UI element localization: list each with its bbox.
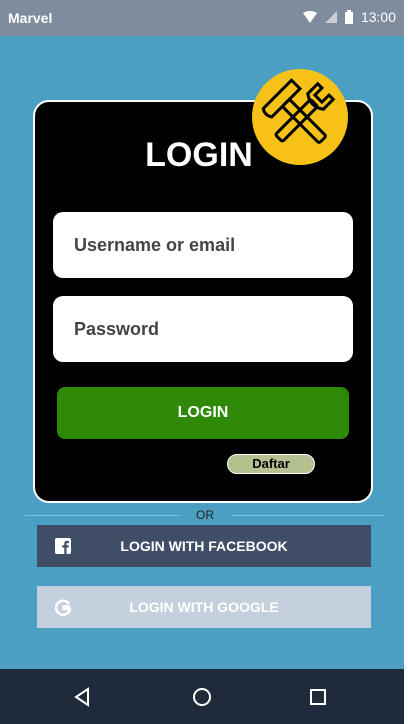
username-placeholder: Username or email bbox=[74, 235, 236, 255]
battery-icon bbox=[344, 10, 353, 24]
clock: 13:00 bbox=[360, 9, 396, 25]
register-button[interactable]: Daftar bbox=[227, 454, 315, 474]
login-button[interactable]: LOGIN bbox=[57, 387, 349, 439]
navigation-bar bbox=[0, 669, 404, 724]
recents-icon[interactable] bbox=[304, 683, 332, 711]
google-login-label: LOGIN WITH GOOGLE bbox=[129, 599, 279, 615]
status-icons: 13:00 bbox=[302, 9, 396, 25]
home-icon[interactable] bbox=[188, 683, 216, 711]
hammer-wrench-icon bbox=[252, 69, 348, 165]
signal-icon bbox=[324, 11, 337, 23]
facebook-login-label: LOGIN WITH FACEBOOK bbox=[120, 538, 288, 554]
username-field[interactable]: Username or email bbox=[53, 212, 353, 278]
or-text: OR bbox=[196, 508, 214, 522]
password-placeholder: Password bbox=[74, 319, 160, 339]
status-bar: Marvel 13:00 bbox=[0, 0, 404, 36]
password-field[interactable]: Password bbox=[53, 296, 353, 362]
wifi-icon bbox=[302, 11, 317, 23]
carrier-name: Marvel bbox=[8, 10, 53, 26]
google-login-button[interactable]: LOGIN WITH GOOGLE bbox=[37, 586, 371, 628]
facebook-login-button[interactable]: LOGIN WITH FACEBOOK bbox=[37, 525, 371, 567]
screen-edge bbox=[404, 0, 408, 724]
app-screen: Marvel 13:00 LOGIN Username or email Pas… bbox=[0, 0, 404, 724]
back-icon[interactable] bbox=[68, 683, 96, 711]
or-divider: OR bbox=[25, 508, 385, 522]
